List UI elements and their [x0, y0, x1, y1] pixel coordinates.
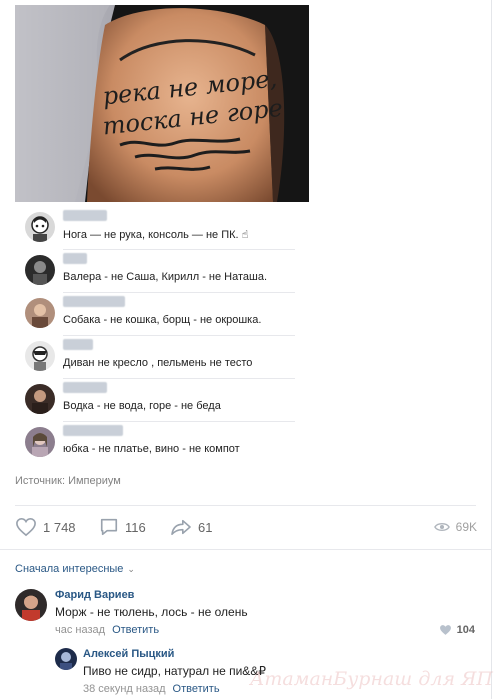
reply-button[interactable]: Ответить	[173, 683, 220, 695]
blurred-name	[63, 253, 87, 264]
blurred-name	[63, 296, 125, 307]
heart-icon	[16, 517, 36, 537]
share-icon	[171, 519, 191, 536]
comment-button[interactable]: 116	[99, 516, 146, 538]
comment-text: Валера - не Саша, Кирилл - не Наташа.	[63, 271, 268, 283]
comment-like-button[interactable]: 104	[439, 624, 475, 636]
comment-like-count: 104	[456, 624, 475, 636]
comment-sort-dropdown[interactable]: Сначала интересные ⌄	[15, 563, 135, 575]
avatar	[25, 427, 55, 457]
comment-count: 116	[125, 519, 146, 535]
reply-button[interactable]: Ответить	[112, 624, 159, 636]
comment-text: Пиво не сидр, натурал не пи&&₽	[83, 664, 266, 678]
blurred-name	[63, 425, 123, 436]
comment-text: Водка - не вода, горе - не беда	[63, 400, 221, 412]
divider	[15, 505, 476, 506]
comment-text: Диван не кресло , пельмень не тесто	[63, 357, 253, 369]
share-button[interactable]: 61	[170, 516, 212, 538]
post-photo[interactable]: река не море, тоска не горе	[15, 5, 309, 202]
avatar	[25, 384, 55, 414]
comment-author[interactable]: Алексей Пыцкий	[83, 648, 174, 660]
comment-meta: 38 секунд назад Ответить	[83, 683, 220, 695]
comment-text: Морж - не тюлень, лось - не олень	[55, 605, 248, 619]
watermark: АтаманБурнаш для ЯП	[249, 668, 493, 690]
like-count: 1 748	[43, 519, 76, 535]
avatar[interactable]	[15, 589, 47, 621]
view-counter: 69K	[433, 516, 477, 538]
share-count: 61	[198, 519, 213, 535]
inner-comments-list: Нога — не рука, консоль — не ПК. ☝ Валер…	[15, 206, 295, 464]
comment-meta: час назад Ответить	[55, 624, 159, 636]
divider	[0, 549, 491, 550]
list-item: Собака - не кошка, борщ - не окрошка.	[15, 292, 295, 335]
comment-time[interactable]: час назад	[55, 624, 105, 636]
comment-time[interactable]: 38 секунд назад	[83, 683, 166, 695]
comment-author[interactable]: Фарид Вариев	[55, 589, 134, 601]
comment-text: юбка - не платье, вино - не компот	[63, 443, 240, 455]
avatar	[25, 212, 55, 242]
feed-border	[491, 0, 492, 699]
list-item: Нога — не рука, консоль — не ПК. ☝	[15, 206, 295, 249]
comment-text: Собака - не кошка, борщ - не окрошка.	[63, 314, 262, 326]
like-button[interactable]: 1 748	[15, 516, 76, 538]
avatar[interactable]	[55, 648, 77, 670]
avatar	[25, 298, 55, 328]
blurred-name	[63, 339, 93, 350]
post-source: Источник: Империум	[15, 475, 121, 487]
avatar	[25, 341, 55, 371]
list-item: Водка - не вода, горе - не беда	[15, 378, 295, 421]
list-item: Диван не кресло , пельмень не тесто	[15, 335, 295, 378]
comment: Фарид Вариев Морж - не тюлень, лось - не…	[15, 589, 475, 639]
comment-text: Нога — не рука, консоль — не ПК. ☝	[63, 229, 249, 241]
chevron-down-icon: ⌄	[127, 563, 135, 574]
heart-icon	[439, 625, 451, 635]
blurred-name	[63, 210, 107, 221]
avatar	[25, 255, 55, 285]
comment-icon	[100, 518, 118, 536]
post-actions: 1 748 116 61 69K	[15, 516, 477, 538]
list-item: Валера - не Саша, Кирилл - не Наташа.	[15, 249, 295, 292]
view-count: 69K	[455, 520, 477, 534]
sort-label: Сначала интересные	[15, 563, 124, 575]
blurred-name	[63, 382, 107, 393]
eye-icon	[433, 523, 450, 531]
tattoo-photo-icon: река не море, тоска не горе	[15, 5, 309, 202]
post-page: река не море, тоска не горе Нога — не ру…	[0, 0, 501, 699]
list-item: юбка - не платье, вино - не компот	[15, 421, 295, 464]
